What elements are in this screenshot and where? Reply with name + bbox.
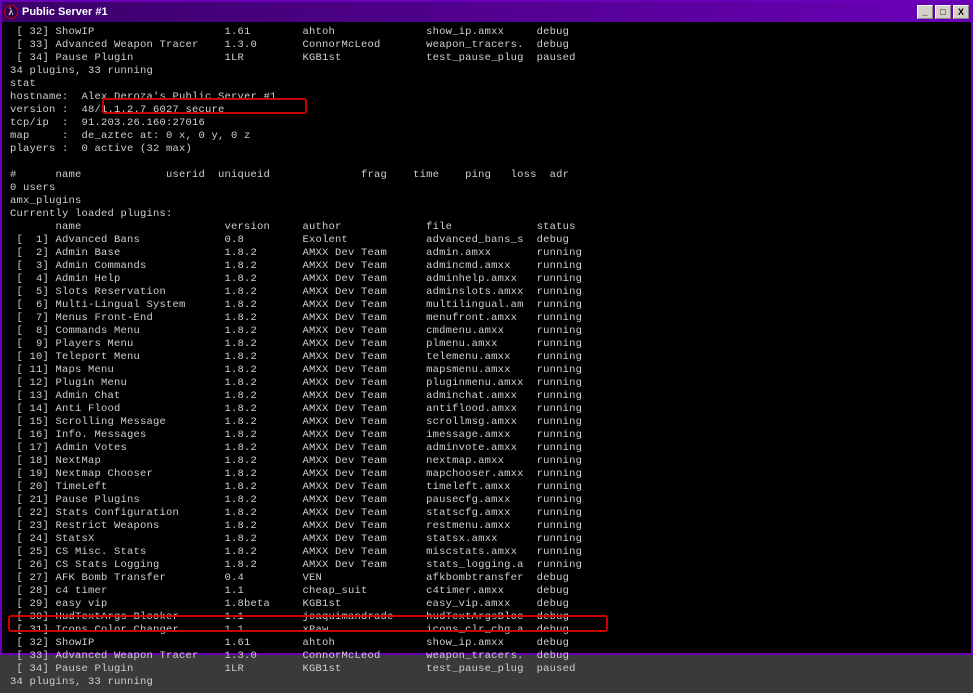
title-left: λ Public Server #1	[4, 5, 108, 19]
close-button[interactable]: X	[953, 5, 969, 19]
console-window: λ Public Server #1 _ □ X [ 32] ShowIP 1.…	[0, 0, 973, 655]
maximize-button[interactable]: □	[935, 5, 951, 19]
titlebar[interactable]: λ Public Server #1 _ □ X	[2, 2, 971, 22]
lambda-icon: λ	[4, 5, 18, 19]
minimize-button[interactable]: _	[917, 5, 933, 19]
titlebar-buttons: _ □ X	[917, 5, 969, 19]
console-output[interactable]: [ 32] ShowIP 1.61 ahtoh show_ip.amxx deb…	[2, 22, 971, 693]
window-title: Public Server #1	[22, 6, 108, 18]
